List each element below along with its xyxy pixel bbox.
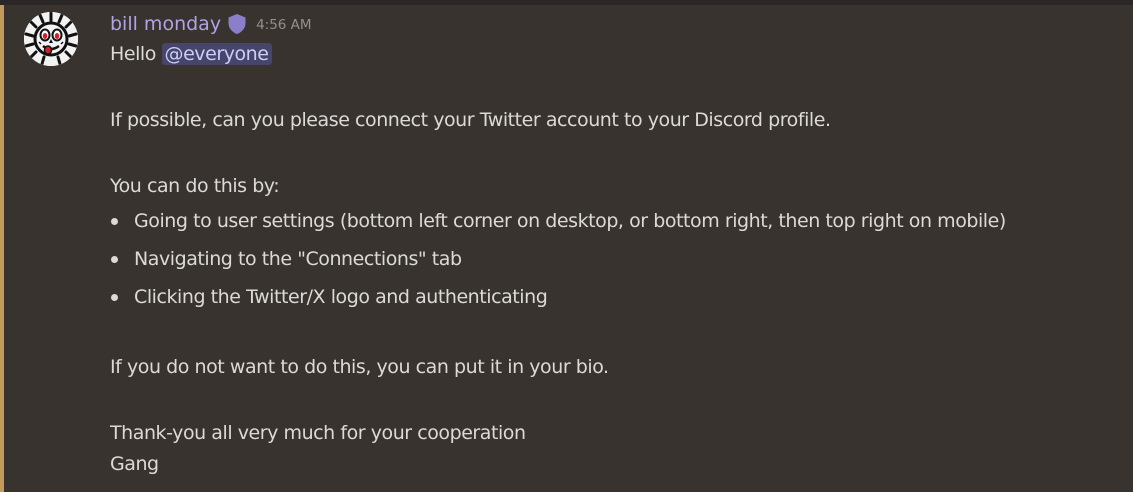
- list-item: Clicking the Twitter/X logo and authenti…: [110, 278, 1123, 316]
- message-timestamp[interactable]: 4:56 AM: [256, 17, 312, 33]
- bullet-icon: [111, 294, 118, 301]
- message-header: bill monday 4:56 AM: [110, 9, 1123, 39]
- author-name[interactable]: bill monday: [110, 13, 221, 35]
- list-item: Navigating to the "Connections" tab: [110, 240, 1123, 278]
- signature-line: Gang: [110, 453, 159, 475]
- top-divider: [0, 0, 1133, 5]
- paragraph-alternative: If you do not want to do this, you can p…: [110, 356, 609, 378]
- list-item-text: Navigating to the "Connections" tab: [134, 248, 462, 270]
- greeting-text: Hello: [110, 43, 156, 65]
- avatar-face-icon: [24, 12, 78, 66]
- steps-list: Going to user settings (bottom left corn…: [110, 202, 1123, 316]
- paragraph-instructions-intro: You can do this by:: [110, 175, 280, 197]
- bullet-icon: [111, 218, 118, 225]
- mention-highlight-bar: [0, 5, 4, 492]
- list-item: Going to user settings (bottom left corn…: [110, 202, 1123, 240]
- avatar[interactable]: [24, 12, 78, 66]
- paragraph-request: If possible, can you please connect your…: [110, 109, 831, 131]
- chat-message: bill monday 4:56 AM Hello @everyone If p…: [0, 0, 1133, 492]
- list-item-text: Going to user settings (bottom left corn…: [134, 210, 1006, 232]
- closing-line: Thank-you all very much for your coopera…: [110, 422, 526, 444]
- bullet-icon: [111, 256, 118, 263]
- greeting-line: Hello @everyone: [110, 39, 1123, 70]
- list-item-text: Clicking the Twitter/X logo and authenti…: [134, 286, 548, 308]
- everyone-mention[interactable]: @everyone: [161, 43, 272, 65]
- message-content: bill monday 4:56 AM Hello @everyone If p…: [110, 9, 1123, 480]
- shield-icon: [227, 13, 247, 35]
